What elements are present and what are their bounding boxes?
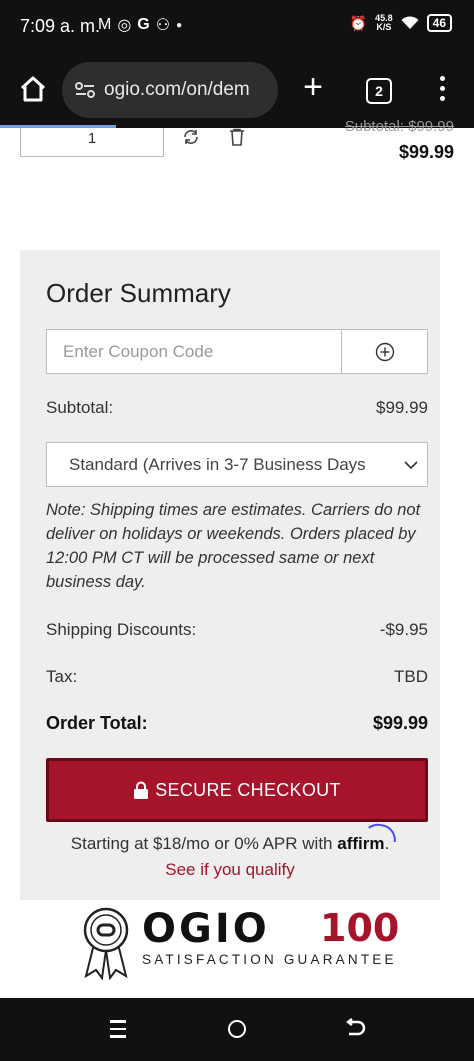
network-speed: 45.8 K/S [375,13,393,32]
browser-toolbar: ogio.com/on/dem + 2 [0,52,474,128]
subtotal-row: Subtotal: $99.99 [46,398,428,418]
battery-icon: 46 [426,14,452,32]
order-total-value: $99.99 [372,713,428,733]
trash-icon[interactable] [228,128,246,146]
tab-switcher-button[interactable]: 2 [366,78,392,104]
wifi-icon [401,16,419,29]
subtotal-value: $99.99 [376,398,428,417]
order-total-label: Order Total: [46,713,148,733]
status-right: ⏰ 45.8 K/S 46 [350,14,452,32]
affirm-logo: affirm [337,821,399,853]
subtotal-label: Subtotal: [46,398,114,417]
home-icon[interactable] [18,74,48,104]
item-subtotal-label: Subtotal: $99.99 [344,118,454,132]
order-summary-title: Order Summary [46,278,231,308]
shipping-method-select[interactable]: Standard (Arrives in 3-7 Business Days [46,442,428,487]
whatsapp-icon: ◎ [117,17,132,34]
chevron-down-icon [404,461,418,470]
secure-checkout-button[interactable]: SECURE CHECKOUT [46,758,428,822]
lock-icon [134,781,149,799]
browser-menu-icon[interactable] [432,76,452,106]
status-bar: 7:09 a. m. M ◎ G ⚇ ● ⏰ 45.8 K/S 46 [0,0,474,52]
order-total-row: Order Total: $99.99 [46,713,428,734]
guarantee-number: 100 [320,906,400,950]
shipping-method-value: Standard (Arrives in 3-7 Business Days [69,455,366,474]
tax-label: Tax: [46,667,78,686]
quantity-input[interactable]: 1 [20,128,164,157]
affirm-financing-text: Starting at $18/mo or 0% APR with affirm… [20,821,440,854]
update-quantity-icon[interactable] [182,128,200,146]
ogio-wordmark: OGIO [142,906,270,952]
gmail-icon: M [98,16,112,33]
apply-coupon-button[interactable] [341,330,427,373]
coupon-form [46,329,428,374]
system-navigation-bar [0,998,474,1061]
award-ribbon-icon [83,907,129,980]
gamepad-icon: ⚇ [155,17,171,34]
home-circle-icon[interactable] [228,1020,246,1038]
recent-apps-icon[interactable] [110,1020,128,1038]
shipping-discount-value: -$9.95 [379,620,428,639]
alarm-icon: ⏰ [349,14,368,31]
coupon-code-input[interactable] [47,330,341,373]
guarantee-tagline: SATISFACTION GUARANTEE [142,952,397,967]
order-summary-panel: Order Summary Subtotal: $99.99 Standard … [20,250,440,900]
see-if-you-qualify-link[interactable]: See if you qualify [20,860,440,880]
status-time: 7:09 a. m. [20,16,101,36]
shipping-discount-row: Shipping Discounts: -$9.95 [46,620,428,640]
tax-value: TBD [394,667,428,686]
satisfaction-guarantee-badge: OGIO 100 SATISFACTION GUARANTEE [80,904,400,984]
secure-checkout-label: SECURE CHECKOUT [155,779,341,800]
item-price: $99.99 [398,142,454,162]
shipping-note: Note: Shipping times are estimates. Carr… [46,501,421,591]
address-bar[interactable]: ogio.com/on/dem [62,62,278,118]
add-circle-icon [375,342,394,361]
site-settings-icon[interactable] [74,81,96,99]
new-tab-icon[interactable]: + [296,70,330,106]
more-notifications-dot-icon: ● [176,19,183,31]
shipping-discount-label: Shipping Discounts: [46,620,197,639]
notification-icons: M ◎ G ⚇ ● [98,15,182,35]
url-text: ogio.com/on/dem [104,79,250,100]
back-icon[interactable] [344,1018,366,1040]
google-icon: G [137,16,150,33]
tax-row: Tax: TBD [46,667,428,687]
